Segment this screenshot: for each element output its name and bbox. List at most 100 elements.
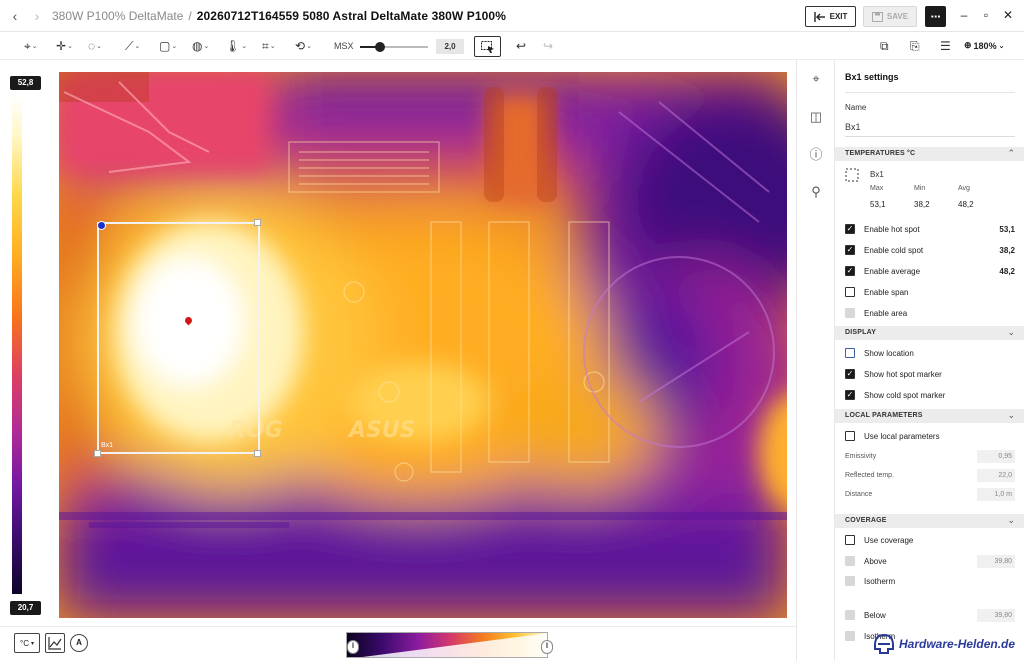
toggle-cold-spot[interactable]: Enable cold spot 38,2 — [845, 244, 1015, 256]
below-row[interactable]: Below 39,80 — [845, 608, 1015, 622]
crop-tool[interactable]: ⌗ ⌄ — [262, 38, 276, 54]
average-checkbox[interactable] — [845, 266, 855, 276]
isotherm-row[interactable]: Isotherm — [845, 575, 1015, 587]
above-row[interactable]: Above 39,80 — [845, 554, 1015, 568]
emissivity-input[interactable]: 0,95 — [977, 450, 1015, 463]
coverage-section-header[interactable]: COVERAGE ⌄ — [835, 514, 1024, 528]
toggle-area[interactable]: Enable area — [845, 307, 1015, 319]
box-resize-handle[interactable] — [254, 450, 261, 457]
distance-input[interactable]: 1,0 m — [977, 488, 1015, 501]
scale-min-value[interactable]: 20,7 — [10, 601, 41, 615]
isotherm-label: Isotherm — [864, 576, 896, 586]
more-menu-button[interactable]: ··· — [925, 6, 946, 27]
msx-slider-handle[interactable] — [375, 42, 385, 52]
use-local-params-row[interactable]: Use local parameters — [845, 430, 1015, 442]
info-icon[interactable]: ⓘ — [809, 148, 823, 162]
display-section-header[interactable]: DISPLAY ⌄ — [835, 326, 1024, 340]
show-hot-marker-checkbox[interactable] — [845, 369, 855, 379]
breadcrumb-parent[interactable]: 380W P100% DeltaMate — [52, 9, 183, 23]
toggle-value: 38,2 — [999, 245, 1015, 255]
measure-icon[interactable]: ⌖ — [809, 72, 823, 86]
select-tool-button[interactable] — [474, 36, 501, 57]
histogram-button[interactable] — [45, 633, 65, 653]
above-checkbox[interactable] — [845, 556, 855, 566]
helmet-logo-icon — [874, 633, 894, 654]
below-input[interactable]: 39,80 — [977, 608, 1015, 622]
cold-spot-checkbox[interactable] — [845, 245, 855, 255]
palette-max-handle[interactable]: ‖ — [541, 640, 553, 654]
box-anchor-handle[interactable] — [97, 221, 106, 230]
export-button[interactable]: ⎘ — [910, 38, 920, 54]
breadcrumb-separator: / — [188, 8, 192, 23]
stat-min-value: 38,2 — [914, 200, 930, 209]
isotherm-checkbox[interactable] — [845, 576, 855, 586]
show-cold-marker-checkbox[interactable] — [845, 390, 855, 400]
scale-max-value[interactable]: 52,8 — [10, 76, 41, 90]
box-tool[interactable]: ▢ ⌄ — [159, 38, 177, 54]
thermometer-tool[interactable]: 🌡︎ ⌄ — [225, 38, 247, 54]
close-icon[interactable]: ✕ — [1000, 8, 1016, 24]
divider — [845, 92, 1015, 93]
param-label: Reflected temp. — [845, 472, 895, 479]
local-params-header-label: LOCAL PARAMETERS — [845, 412, 923, 419]
use-coverage-row[interactable]: Use coverage — [845, 534, 1015, 546]
circle-tool[interactable]: ◌ ⌄ — [88, 38, 102, 54]
undo-button[interactable]: ↩ — [516, 38, 526, 54]
toggle-label: Enable average — [864, 266, 921, 276]
box-resize-handle[interactable] — [254, 219, 261, 226]
palette-tool[interactable]: ◍ ⌄ — [192, 38, 209, 54]
above-label: Above — [864, 556, 887, 566]
minimize-icon[interactable]: – — [956, 8, 972, 24]
below-checkbox[interactable] — [845, 610, 855, 620]
forward-arrow-icon[interactable]: › — [26, 8, 48, 24]
name-field[interactable]: Bx1 — [845, 122, 861, 132]
back-arrow-icon[interactable]: ‹ — [4, 8, 26, 24]
palette-min-handle[interactable]: ‖ — [347, 640, 359, 654]
measurement-box[interactable] — [97, 222, 260, 454]
show-hot-marker-row[interactable]: Show hot spot marker — [845, 368, 1015, 380]
unit-selector[interactable]: °C ▾ — [14, 633, 40, 653]
report-button[interactable]: ☰ — [940, 38, 951, 54]
palette-range-strip[interactable] — [346, 632, 548, 658]
toggle-hot-spot[interactable]: Enable hot spot 53,1 — [845, 223, 1015, 235]
use-local-params-checkbox[interactable] — [845, 431, 855, 441]
layers-icon[interactable]: ◫ — [809, 110, 823, 124]
param-label: Emissivity — [845, 453, 877, 460]
maximize-icon[interactable]: ▫ — [978, 8, 994, 24]
hot-spot-checkbox[interactable] — [845, 224, 855, 234]
location-pin-icon[interactable]: ⚲ — [809, 185, 823, 199]
exit-button[interactable]: EXIT — [805, 6, 856, 27]
line-icon: ⟋ — [125, 38, 134, 53]
zoom-level: 180% — [973, 40, 997, 51]
rotate-tool[interactable]: ⟲ ⌄ — [295, 38, 312, 54]
span-checkbox[interactable] — [845, 287, 855, 297]
area-checkbox[interactable] — [845, 308, 855, 318]
msx-value[interactable]: 2,0 — [436, 39, 464, 54]
show-location-row[interactable]: Show location — [845, 347, 1015, 359]
crosshair-tool[interactable]: ✛ ⌄ — [56, 38, 73, 54]
chevron-up-icon: ⌃ — [1007, 148, 1015, 158]
box-resize-handle[interactable] — [94, 450, 101, 457]
show-cold-marker-row[interactable]: Show cold spot marker — [845, 389, 1015, 401]
reflected-temp-row: Reflected temp. 22,0 — [845, 469, 1015, 482]
show-location-checkbox[interactable] — [845, 348, 855, 358]
distance-row: Distance 1,0 m — [845, 488, 1015, 501]
above-input[interactable]: 39,80 — [977, 554, 1015, 568]
line-tool[interactable]: ⟋ ⌄ — [125, 38, 140, 54]
toggle-average[interactable]: Enable average 48,2 — [845, 265, 1015, 277]
zoom-control[interactable]: ⊕ 180% ⌄ — [964, 40, 1004, 51]
isotherm2-checkbox[interactable] — [845, 631, 855, 641]
save-button[interactable]: SAVE — [863, 6, 917, 27]
auto-adjust-button[interactable]: A — [70, 634, 88, 652]
local-params-section-header[interactable]: LOCAL PARAMETERS ⌄ — [835, 409, 1024, 423]
redo-button[interactable]: ↪ — [543, 38, 553, 54]
toggle-label: Enable hot spot — [864, 224, 920, 234]
stat-header-avg: Avg — [958, 185, 970, 192]
use-coverage-checkbox[interactable] — [845, 535, 855, 545]
spot-tool[interactable]: ⌖ ⌄ — [24, 38, 38, 54]
toggle-span[interactable]: Enable span — [845, 286, 1015, 298]
copy-button[interactable]: ⧉ — [880, 38, 889, 54]
temperatures-section-header[interactable]: TEMPERATURES °C ⌃ — [835, 147, 1024, 161]
reflected-temp-input[interactable]: 22,0 — [977, 469, 1015, 482]
svg-text:ASUS: ASUS — [347, 418, 416, 443]
